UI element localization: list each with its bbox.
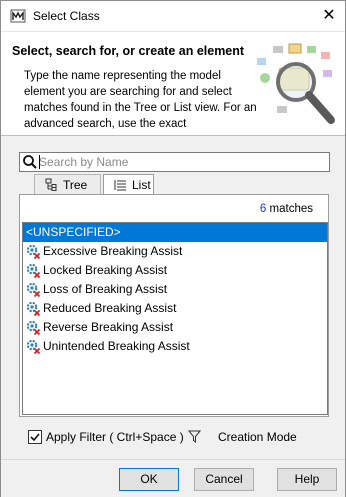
dialog-footer: OK Cancel Help [1,459,345,497]
search-magnifier-illustration-icon [257,43,335,124]
select-class-dialog: Select Class ✕ Select, search for, or cr… [0,0,346,497]
tab-tree[interactable]: Tree [34,174,101,194]
results-list[interactable]: <UNSPECIFIED> Excessive Breaking Assist Lo… [22,222,328,415]
apply-filter-label: Apply Filter ( Ctrl+Space ) [46,430,184,444]
cancel-button[interactable]: Cancel [194,468,254,491]
list-panel: 6 matches <UNSPECIFIED> Excessive Breakin… [19,194,329,417]
list-item[interactable]: Locked Breaking Assist [23,261,327,280]
list-item[interactable]: Excessive Breaking Assist [23,242,327,261]
class-error-icon [25,262,41,279]
title-bar: Select Class ✕ [1,1,345,31]
magicdraw-app-icon [10,9,26,23]
header-description: Type the name representing the model ele… [24,70,257,130]
funnel-filter-icon[interactable] [188,430,201,443]
class-error-icon [25,243,41,260]
list-item[interactable]: Loss of Breaking Assist [23,280,327,299]
text-caret [39,155,40,169]
help-button[interactable]: Help [277,468,337,491]
header-title: Select, search for, or create an element [12,44,245,58]
apply-filter-checkbox[interactable] [28,430,42,444]
search-field[interactable] [19,152,330,172]
creation-mode-label[interactable]: Creation Mode [218,430,297,444]
list-icon [114,180,126,191]
list-item-label: Reverse Breaking Assist [43,320,174,334]
ok-button[interactable]: OK [119,468,179,491]
checkmark-icon [30,433,40,442]
list-item[interactable]: Unintended Breaking Assist [23,337,327,356]
list-item[interactable]: <UNSPECIFIED> [23,223,327,242]
list-item-label: Loss of Breaking Assist [43,282,168,296]
window-title: Select Class [33,9,100,23]
list-item-label: Reduced Breaking Assist [43,301,177,315]
class-error-icon [25,319,41,336]
tab-list-label: List [132,178,151,192]
class-error-icon [25,281,41,298]
tab-tree-label: Tree [63,178,88,192]
match-count: 6 matches [260,203,313,215]
match-count-label: matches [266,203,313,215]
list-item-label: Excessive Breaking Assist [43,244,183,258]
list-item[interactable]: Reverse Breaking Assist [23,318,327,337]
filter-row: Apply Filter ( Ctrl+Space ) Creation Mod… [28,429,328,445]
search-input[interactable] [39,153,325,171]
tab-list[interactable]: List [103,174,154,195]
close-icon: ✕ [322,7,336,24]
list-item[interactable]: Reduced Breaking Assist [23,299,327,318]
list-item-label: Locked Breaking Assist [43,263,168,277]
class-error-icon [25,338,41,355]
class-error-icon [25,300,41,317]
dialog-header: Select, search for, or create an element… [1,31,345,136]
list-item-label: Unintended Breaking Assist [43,339,190,353]
close-button[interactable]: ✕ [317,4,341,28]
search-icon [23,155,37,169]
list-item-label: <UNSPECIFIED> [26,225,121,239]
tree-icon [45,178,57,191]
